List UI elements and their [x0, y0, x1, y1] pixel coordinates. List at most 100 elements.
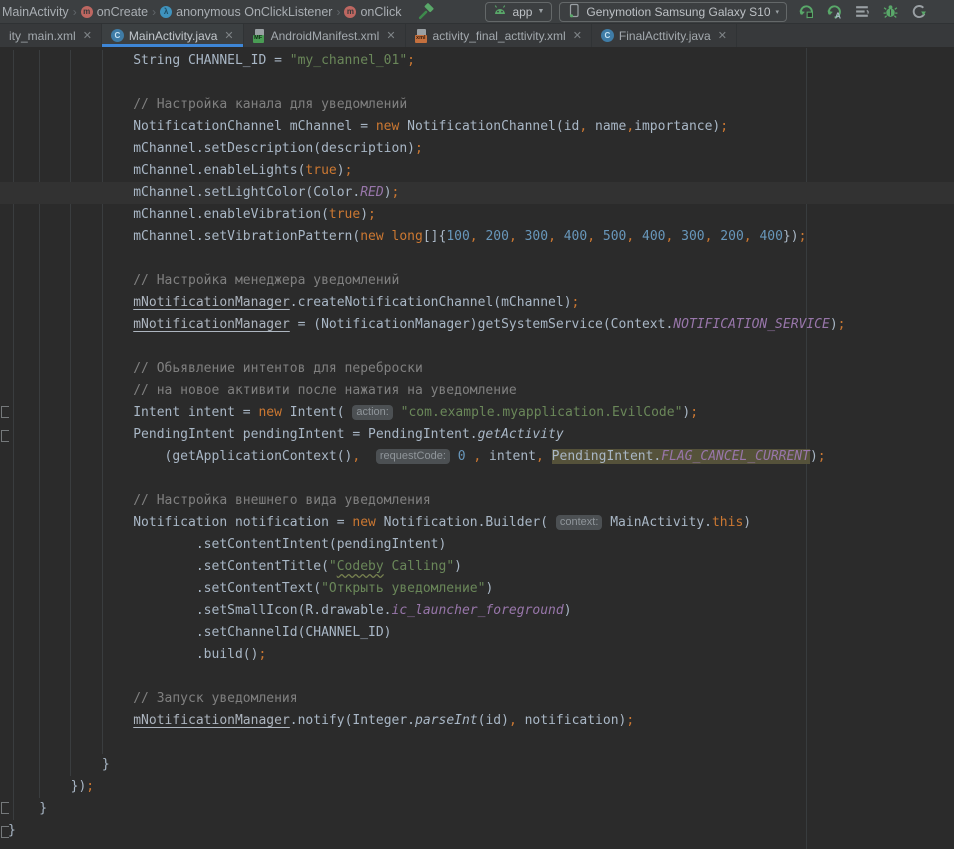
- close-icon[interactable]: ✕: [718, 29, 727, 42]
- apply-changes-restart-icon[interactable]: [795, 1, 817, 23]
- code-line[interactable]: // на новое активити после нажатия на ув…: [0, 380, 954, 402]
- code-editor[interactable]: String CHANNEL_ID = "my_channel_01"; // …: [0, 48, 954, 849]
- code-line[interactable]: });: [0, 776, 954, 798]
- code-line[interactable]: [0, 336, 954, 358]
- close-icon[interactable]: ✕: [386, 29, 395, 42]
- code-line[interactable]: PendingIntent pendingIntent = PendingInt…: [0, 424, 954, 446]
- breadcrumb-item[interactable]: λanonymous OnClickListener: [160, 5, 332, 19]
- editor-tab[interactable]: CFinalActtivity.java✕: [592, 24, 737, 47]
- code-token: ): [454, 559, 462, 574]
- code-token: (id): [478, 713, 509, 728]
- code-line[interactable]: }: [0, 798, 954, 820]
- code-token: ): [830, 317, 838, 332]
- code-line[interactable]: mNotificationManager.notify(Integer.pars…: [0, 710, 954, 732]
- code-token: []{: [423, 229, 446, 244]
- code-line[interactable]: mNotificationManager.createNotificationC…: [0, 292, 954, 314]
- code-token: notification): [517, 713, 627, 728]
- code-line[interactable]: mChannel.setVibrationPattern(new long[]{…: [0, 226, 954, 248]
- editor-tab[interactable]: MFAndroidManifest.xml✕: [244, 24, 406, 47]
- code-line[interactable]: (getApplicationContext(), requestCode: 0…: [0, 446, 954, 468]
- code-line[interactable]: }: [0, 820, 954, 842]
- code-line[interactable]: .setSmallIcon(R.drawable.ic_launcher_for…: [0, 600, 954, 622]
- code-token: "com.example.myapplication.EvilCode": [401, 405, 683, 420]
- code-line[interactable]: NotificationChannel mChannel = new Notif…: [0, 116, 954, 138]
- method-icon: m: [344, 6, 356, 18]
- code-token: mChannel.setDescription(description): [8, 141, 415, 156]
- code-line[interactable]: mChannel.enableLights(true);: [0, 160, 954, 182]
- code-token: ,: [744, 229, 752, 244]
- close-icon[interactable]: ✕: [83, 29, 92, 42]
- code-line[interactable]: [0, 468, 954, 490]
- breadcrumb-item[interactable]: monCreate: [81, 5, 148, 19]
- code-line[interactable]: .setContentIntent(pendingIntent): [0, 534, 954, 556]
- code-line[interactable]: .build();: [0, 644, 954, 666]
- code-token: ): [337, 163, 345, 178]
- code-token: [8, 317, 133, 332]
- code-area[interactable]: String CHANNEL_ID = "my_channel_01"; // …: [0, 48, 954, 842]
- code-token: ;: [415, 141, 423, 156]
- profiler-icon[interactable]: [851, 1, 873, 23]
- breadcrumb-item[interactable]: MainActivity: [2, 5, 69, 19]
- build-hammer-icon[interactable]: [415, 1, 437, 23]
- svg-text:A: A: [834, 10, 840, 20]
- android-icon: [493, 4, 507, 19]
- code-token: [634, 229, 642, 244]
- run-config-selector[interactable]: app ▼: [485, 2, 552, 22]
- code-line[interactable]: mNotificationManager = (NotificationMana…: [0, 314, 954, 336]
- code-token: Calling": [384, 559, 454, 574]
- breadcrumb-separator: ›: [336, 5, 340, 19]
- code-token: .setSmallIcon(R.drawable.: [8, 603, 392, 618]
- code-token: PendingIntent.: [552, 449, 662, 464]
- code-line[interactable]: mChannel.setLightColor(Color.RED);: [0, 182, 954, 204]
- code-line[interactable]: [0, 248, 954, 270]
- code-token: [393, 405, 401, 420]
- code-line[interactable]: .setChannelId(CHANNEL_ID): [0, 622, 954, 644]
- code-line[interactable]: .setContentText("Открыть уведомление"): [0, 578, 954, 600]
- editor-tab[interactable]: CMainActivity.java✕: [102, 24, 244, 47]
- code-token: // Настройка внешнего вида уведомления: [8, 493, 431, 508]
- code-line[interactable]: [0, 72, 954, 94]
- code-token: ,: [579, 119, 587, 134]
- code-line[interactable]: .setContentTitle("Codeby Calling"): [0, 556, 954, 578]
- code-token: long: [392, 229, 423, 244]
- attach-debugger-icon[interactable]: [879, 1, 901, 23]
- code-token: [8, 713, 133, 728]
- code-line[interactable]: Intent intent = new Intent( action: "com…: [0, 402, 954, 424]
- breadcrumb-item[interactable]: monClick: [344, 5, 401, 19]
- code-token: // Запуск уведомления: [8, 691, 298, 706]
- close-icon[interactable]: ✕: [573, 29, 582, 42]
- editor-tab[interactable]: ity_main.xml✕: [0, 24, 102, 47]
- code-line[interactable]: [0, 732, 954, 754]
- code-line[interactable]: [0, 666, 954, 688]
- code-token: // Обьявление интентов для переброски: [8, 361, 423, 376]
- code-line[interactable]: String CHANNEL_ID = "my_channel_01";: [0, 50, 954, 72]
- code-line[interactable]: // Обьявление интентов для переброски: [0, 358, 954, 380]
- apply-code-changes-icon[interactable]: A: [823, 1, 845, 23]
- device-label: Genymotion Samsung Galaxy S10: [586, 5, 770, 19]
- code-line[interactable]: // Запуск уведомления: [0, 688, 954, 710]
- code-token: ;: [626, 713, 634, 728]
- code-line[interactable]: // Настройка внешнего вида уведомления: [0, 490, 954, 512]
- code-line[interactable]: // Настройка канала для уведомлений: [0, 94, 954, 116]
- profile-icon[interactable]: [907, 1, 929, 23]
- code-token: 400: [759, 229, 782, 244]
- code-line[interactable]: mChannel.enableVibration(true);: [0, 204, 954, 226]
- code-line[interactable]: Notification notification = new Notifica…: [0, 512, 954, 534]
- phone-icon: [567, 3, 581, 21]
- code-token: ,: [509, 713, 517, 728]
- code-line[interactable]: }: [0, 754, 954, 776]
- device-selector[interactable]: Genymotion Samsung Galaxy S10 ▾: [559, 2, 787, 22]
- xml-file-icon: xml: [415, 29, 428, 43]
- code-token: [544, 449, 552, 464]
- tab-label: activity_final_acttivity.xml: [433, 29, 566, 43]
- code-token: ic_launcher_foreground: [392, 603, 564, 618]
- code-token: new: [258, 405, 281, 420]
- code-token: RED: [360, 185, 383, 200]
- code-token: .setChannelId(CHANNEL_ID): [8, 625, 392, 640]
- close-icon[interactable]: ✕: [224, 29, 233, 42]
- code-line[interactable]: // Настройка менеджера уведомлений: [0, 270, 954, 292]
- editor-tab[interactable]: xml activity_final_acttivity.xml ✕: [406, 24, 592, 47]
- code-line[interactable]: mChannel.setDescription(description);: [0, 138, 954, 160]
- code-token: ;: [799, 229, 807, 244]
- tab-label: MainActivity.java: [129, 29, 217, 43]
